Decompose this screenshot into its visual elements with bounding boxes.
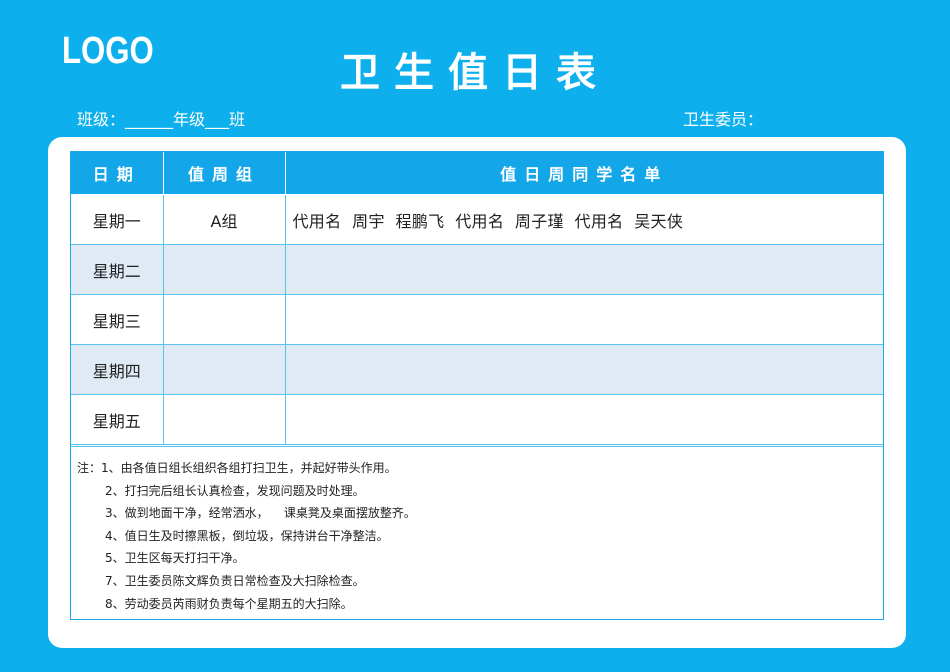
roster-table: 日期 值周组 值日周同学名单 星期一 A组 代用名 周宇 程鹏飞 代用名 周子瑾… bbox=[71, 152, 883, 445]
names-cell bbox=[284, 344, 883, 395]
names-cell bbox=[284, 294, 883, 345]
table-row: 星期一 A组 代用名 周宇 程鹏飞 代用名 周子瑾 代用名 吴天侠 bbox=[71, 194, 883, 245]
table-row: 星期四 bbox=[71, 344, 883, 395]
page-title: 卫生值日表 bbox=[340, 50, 610, 96]
note-line: 5、卫生区每天打扫干净。 bbox=[105, 551, 245, 566]
group-cell bbox=[162, 244, 286, 295]
hygiene-committee-label: 卫生委员： bbox=[683, 110, 764, 129]
notes-section: 注：1、由各值日组长组织各组打扫卫生，并起好带头作用。 2、打扫完后组长认真检查… bbox=[71, 446, 883, 615]
group-cell bbox=[162, 344, 286, 395]
logo: LOGO bbox=[62, 30, 154, 72]
table-header-row: 日期 值周组 值日周同学名单 bbox=[71, 152, 883, 195]
day-cell: 星期二 bbox=[71, 244, 164, 295]
note-line: 3、做到地面干净，经常洒水， 课桌凳及桌面摆放整齐。 bbox=[105, 506, 416, 521]
group-cell: A组 bbox=[162, 194, 286, 245]
names-cell bbox=[284, 244, 883, 295]
column-header-date: 日期 bbox=[71, 152, 164, 195]
day-cell: 星期五 bbox=[71, 394, 164, 445]
table-row: 星期三 bbox=[71, 294, 883, 345]
group-cell bbox=[162, 394, 286, 445]
table-row: 星期二 bbox=[71, 244, 883, 295]
day-cell: 星期一 bbox=[71, 194, 164, 245]
day-cell: 星期四 bbox=[71, 344, 164, 395]
day-cell: 星期三 bbox=[71, 294, 164, 345]
group-cell bbox=[162, 294, 286, 345]
column-header-names: 值日周同学名单 bbox=[284, 152, 883, 195]
table-row: 星期五 bbox=[71, 394, 883, 445]
roster-table-container: 日期 值周组 值日周同学名单 星期一 A组 代用名 周宇 程鹏飞 代用名 周子瑾… bbox=[70, 151, 884, 620]
note-line: 7、卫生委员陈文辉负责日常检查及大扫除检查。 bbox=[105, 573, 365, 588]
note-line: 8、劳动委员芮雨财负责每个星期五的大扫除。 bbox=[105, 596, 353, 611]
note-line: 4、值日生及时擦黑板，倒垃圾，保持讲台干净整洁。 bbox=[105, 528, 389, 543]
names-cell bbox=[284, 394, 883, 445]
names-cell: 代用名 周宇 程鹏飞 代用名 周子瑾 代用名 吴天侠 bbox=[284, 194, 883, 245]
class-field-label: 班级：______年级___班 bbox=[77, 110, 246, 129]
note-line: 2、打扫完后组长认真检查，发现问题及时处理。 bbox=[105, 483, 365, 498]
note-line: 注：1、由各值日组长组织各组打扫卫生，并起好带头作用。 bbox=[77, 461, 397, 475]
column-header-group: 值周组 bbox=[162, 152, 286, 195]
duty-roster-page: LOGO 卫生值日表 班级：______年级___班 卫生委员： 日期 值周组 … bbox=[0, 0, 950, 672]
